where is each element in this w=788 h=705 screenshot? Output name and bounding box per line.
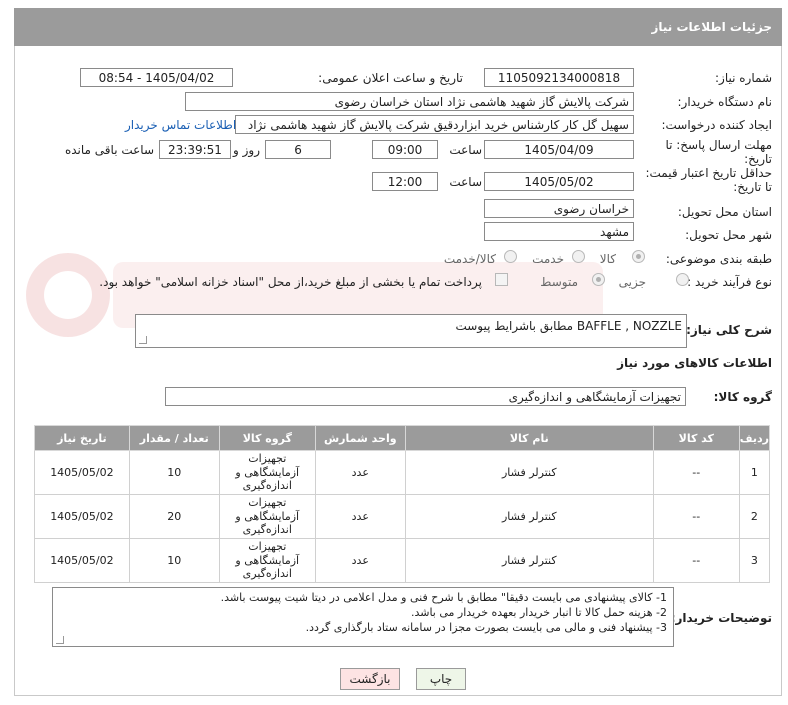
purchase-option-minor: جزیی xyxy=(618,275,646,289)
col-unit: واحد شمارش xyxy=(314,425,406,451)
cell-date: 1405/05/02 xyxy=(34,450,130,495)
summary-resize-handle[interactable] xyxy=(139,336,147,344)
purchase-radio-minor[interactable] xyxy=(676,273,689,286)
category-option-goods: کالا xyxy=(599,252,616,266)
col-name: نام کالا xyxy=(404,425,654,451)
announce-label: تاریخ و ساعت اعلان عمومی: xyxy=(318,71,463,85)
back-button[interactable]: بازگشت xyxy=(340,668,400,690)
cell-code: -- xyxy=(652,494,740,539)
validity-time-label: ساعت xyxy=(449,175,482,189)
summary-field: BAFFLE , NOZZLE مطابق باشرایط پیوست xyxy=(135,314,687,348)
cell-qty: 20 xyxy=(128,494,220,539)
notes-line: 2- هزینه حمل کالا تا انبار خریدار بعهده … xyxy=(410,606,667,619)
col-qty: تعداد / مقدار xyxy=(128,425,220,451)
page-title: جزئیات اطلاعات نیاز xyxy=(14,8,782,46)
city-label: شهر محل تحویل: xyxy=(685,228,772,242)
notes-resize-handle[interactable] xyxy=(56,636,64,644)
purchase-option-medium: متوسط xyxy=(540,275,578,289)
col-date: تاریخ نیاز xyxy=(34,425,130,451)
category-label: طبقه بندی موضوعی: xyxy=(665,252,772,266)
cell-unit: عدد xyxy=(314,494,406,539)
province-field: خراسان رضوی xyxy=(484,199,634,218)
city-field: مشهد xyxy=(484,222,634,241)
treasury-payment-note: پرداخت تمام یا بخشی از مبلغ خرید،از محل … xyxy=(99,275,482,289)
announce-field: 1405/04/02 - 08:54 xyxy=(80,68,233,87)
remaining-label: ساعت باقی مانده xyxy=(64,143,154,157)
col-row: ردیف xyxy=(738,425,771,451)
cell-qty: 10 xyxy=(128,538,220,583)
notes-label: توضیحات خریدار: xyxy=(670,611,772,625)
cell-row: 1 xyxy=(738,450,771,495)
cell-unit: عدد xyxy=(314,450,406,495)
print-button[interactable]: چاپ xyxy=(416,668,466,690)
cell-qty: 10 xyxy=(128,450,220,495)
need-number-label: شماره نیاز: xyxy=(715,71,772,85)
goods-table: ردیف کد کالا نام کالا واحد شمارش گروه کا… xyxy=(34,425,771,583)
cell-code: -- xyxy=(652,538,740,583)
category-radio-goods-service[interactable] xyxy=(504,250,517,263)
category-option-service: خدمت xyxy=(532,252,564,266)
table-row: 3 -- کنترلر فشار عدد تجهیزات آزمایشگاهی … xyxy=(34,538,771,583)
validity-time-field: 12:00 xyxy=(372,172,438,191)
need-number-field: 1105092134000818 xyxy=(484,68,634,87)
deadline-date-field: 1405/04/09 xyxy=(484,140,634,159)
notes-line: 1- کالای پیشنهادی می بایست دقیقا" مطابق … xyxy=(220,591,667,604)
category-option-goods-service: کالا/خدمت xyxy=(443,252,496,266)
treasury-payment-checkbox[interactable] xyxy=(495,273,508,286)
cell-row: 3 xyxy=(738,538,771,583)
deadline-time-field: 09:00 xyxy=(372,140,438,159)
deadline-label: مهلت ارسال پاسخ: تا تاریخ: xyxy=(665,138,772,166)
contact-buyer-link[interactable]: اطلاعات تماس خریدار xyxy=(125,118,236,132)
category-radio-service[interactable] xyxy=(572,250,585,263)
cell-group: تجهیزات آزمایشگاهی و اندازه‌گیری xyxy=(218,538,316,583)
buyer-notes-field: 1- کالای پیشنهادی می بایست دقیقا" مطابق … xyxy=(52,587,674,647)
buyer-org-label: نام دستگاه خریدار: xyxy=(677,95,773,109)
cell-row: 2 xyxy=(738,494,771,539)
purchase-type-label: نوع فرآیند خرید : xyxy=(687,275,772,289)
cell-name: کنترلر فشار xyxy=(404,538,654,583)
validity-label: حداقل تاریخ اعتبار قیمت: تا تاریخ: xyxy=(645,166,772,194)
cell-group: تجهیزات آزمایشگاهی و اندازه‌گیری xyxy=(218,450,316,495)
validity-date-field: 1405/05/02 xyxy=(484,172,634,191)
col-group: گروه کالا xyxy=(218,425,316,451)
requester-label: ایجاد کننده درخواست: xyxy=(661,118,772,132)
province-label: استان محل تحویل: xyxy=(677,205,772,219)
category-radio-goods[interactable] xyxy=(632,250,645,263)
cell-name: کنترلر فشار xyxy=(404,450,654,495)
deadline-time-label: ساعت xyxy=(449,143,482,157)
goods-group-label: گروه کالا: xyxy=(713,390,772,404)
table-row: 1 -- کنترلر فشار عدد تجهیزات آزمایشگاهی … xyxy=(34,450,771,495)
col-code: کد کالا xyxy=(652,425,740,451)
buyer-org-field: شرکت پالایش گاز شهید هاشمی نژاد استان خر… xyxy=(185,92,634,111)
summary-label: شرح کلی نیاز: xyxy=(686,323,772,337)
purchase-radio-medium[interactable] xyxy=(592,273,605,286)
cell-name: کنترلر فشار xyxy=(404,494,654,539)
cell-code: -- xyxy=(652,450,740,495)
goods-section-title: اطلاعات کالاهای مورد نیاز xyxy=(617,356,772,370)
cell-date: 1405/05/02 xyxy=(34,494,130,539)
days-field: 6 xyxy=(265,140,331,159)
days-label: روز و xyxy=(233,143,260,157)
cell-date: 1405/05/02 xyxy=(34,538,130,583)
notes-line: 3- پیشنهاد فنی و مالی می بایست بصورت مجز… xyxy=(305,621,667,634)
cell-unit: عدد xyxy=(314,538,406,583)
remaining-time-field: 23:39:51 xyxy=(159,140,231,159)
goods-table-header: ردیف کد کالا نام کالا واحد شمارش گروه کا… xyxy=(34,425,771,451)
goods-group-field: تجهیزات آزمایشگاهی و اندازه‌گیری xyxy=(165,387,686,406)
cell-group: تجهیزات آزمایشگاهی و اندازه‌گیری xyxy=(218,494,316,539)
requester-field: سهیل گل کار کارشناس خرید ابزاردقیق شرکت … xyxy=(235,115,634,134)
table-row: 2 -- کنترلر فشار عدد تجهیزات آزمایشگاهی … xyxy=(34,494,771,539)
